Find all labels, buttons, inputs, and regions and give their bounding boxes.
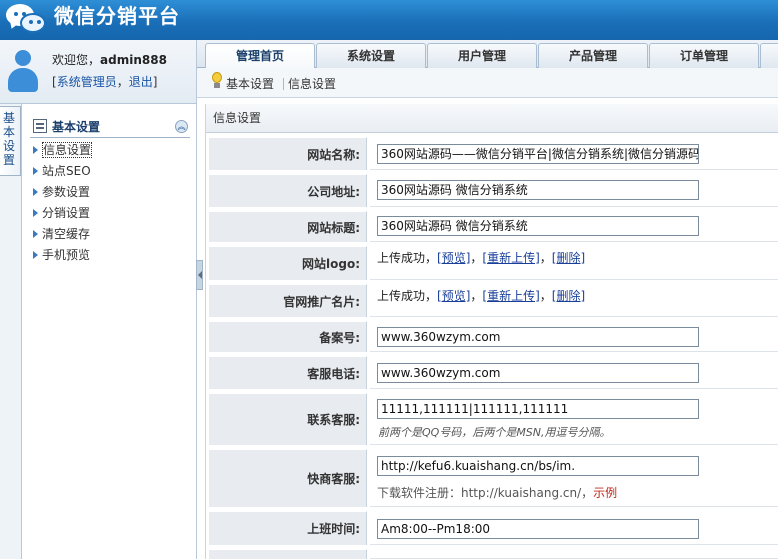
wechat-logo-icon: [6, 2, 52, 36]
form-row-site-title: 网站标题: 360网站源码 微信分销系统: [209, 211, 778, 244]
icp-label: 备案号:: [209, 321, 367, 352]
vertical-tab-strip: 基本设置: [0, 104, 22, 559]
form-row-kuaishang: 快商客服: http://kefu6.kuaishang.cn/bs/im. 下…: [209, 449, 778, 509]
contact-input[interactable]: 11111,111111|111111,111111: [377, 399, 699, 419]
sidebar-item-label: 参数设置: [42, 185, 91, 199]
kuaishang-label: 快商客服:: [209, 449, 367, 507]
vertical-tab-label: 基本设置: [3, 111, 16, 167]
form-row-next: [209, 549, 778, 559]
bracket-close: ]: [152, 75, 158, 89]
greeting-label: 欢迎您，: [52, 53, 101, 67]
kuaishang-example-link[interactable]: 示例: [593, 486, 617, 500]
logo-preview-link[interactable]: [预览]: [437, 251, 470, 265]
app-header: 微信分销平台: [0, 0, 778, 40]
tab-overflow[interactable]: [760, 43, 778, 69]
sidebar-header: 基本设置 ︽: [30, 116, 190, 138]
tab-home[interactable]: 管理首页: [205, 43, 315, 70]
sidebar-item-clear-cache[interactable]: 清空缓存: [32, 226, 192, 247]
card-status-text: 上传成功，: [377, 289, 438, 303]
phone-label: 客服电话:: [209, 356, 367, 389]
tab-product-management[interactable]: 产品管理: [538, 43, 648, 69]
kuaishang-note: 下载软件注册：http://kuaishang.cn/，示例: [377, 485, 617, 501]
role-links: [系统管理员，退出]: [52, 74, 157, 90]
sidebar-collapse-handle[interactable]: [196, 260, 203, 290]
site-title-input[interactable]: 360网站源码 微信分销系统: [377, 216, 699, 236]
sidebar-item-params[interactable]: 参数设置: [32, 184, 192, 205]
form-row-company-address: 公司地址: 360网站源码 微信分销系统: [209, 174, 778, 209]
form-row-icp: 备案号: www.360wzym.com: [209, 321, 778, 354]
sidebar-item-distribution[interactable]: 分销设置: [32, 205, 192, 226]
breadcrumb-current: 信息设置: [288, 77, 337, 91]
tab-system-settings[interactable]: 系统设置: [316, 43, 426, 69]
sidebar-item-label: 手机预览: [42, 248, 91, 262]
separator: ，: [116, 75, 129, 89]
form-row-site-name: 网站名称: 360网站源码——微信分销平台|微信分销系统|微信分销源码: [209, 137, 778, 172]
edit-document-icon: [33, 119, 47, 133]
card-delete-link[interactable]: [删除]: [552, 289, 585, 303]
separator: ，: [539, 251, 552, 265]
site-title-label: 网站标题:: [209, 211, 367, 242]
logo-label: 网站logo:: [209, 246, 367, 280]
sidebar-menu: 信息设置 站点SEO 参数设置 分销设置 清空缓存 手机预览: [32, 142, 192, 268]
hours-label: 上班时间:: [209, 511, 367, 545]
sidebar-item-info-settings[interactable]: 信息设置: [32, 142, 192, 163]
username: admin888: [100, 53, 167, 67]
user-panel: 欢迎您，admin888 [系统管理员，退出]: [0, 40, 197, 104]
form-row-hours: 上班时间: Am8:00--Pm18:00: [209, 511, 778, 547]
app-title: 微信分销平台: [54, 4, 180, 28]
form-row-contact: 联系客服: 11111,111111|111111,111111 前两个是QQ号…: [209, 393, 778, 447]
logo-reupload-link[interactable]: [重新上传]: [482, 251, 539, 265]
breadcrumb-parent[interactable]: 基本设置: [226, 76, 274, 92]
company-address-label: 公司地址:: [209, 174, 367, 207]
card-label: 官网推广名片:: [209, 284, 367, 317]
next-row-label: [209, 549, 367, 559]
separator: ，: [539, 289, 552, 303]
main-tab-bar: 管理首页 系统设置 用户管理 产品管理 订单管理: [197, 40, 778, 70]
sidebar-item-mobile-preview[interactable]: 手机预览: [32, 247, 192, 268]
tab-order-management[interactable]: 订单管理: [649, 43, 759, 69]
icp-input[interactable]: www.360wzym.com: [377, 327, 699, 347]
role-link[interactable]: 系统管理员: [57, 75, 117, 89]
breadcrumb: 基本设置 信息设置: [197, 68, 778, 98]
card-preview-link[interactable]: [预览]: [437, 289, 470, 303]
site-name-label: 网站名称:: [209, 137, 367, 170]
logout-link[interactable]: 退出: [129, 75, 153, 89]
card-reupload-link[interactable]: [重新上传]: [482, 289, 539, 303]
breadcrumb-divider: [283, 78, 284, 90]
main-content: 信息设置 网站名称: 360网站源码——微信分销平台|微信分销系统|微信分销源码…: [205, 104, 778, 559]
kuaishang-input[interactable]: http://kefu6.kuaishang.cn/bs/im.: [377, 456, 699, 476]
logo-delete-link[interactable]: [删除]: [552, 251, 585, 265]
tab-user-management[interactable]: 用户管理: [427, 43, 537, 69]
sidebar: 基本设置 ︽ 信息设置 站点SEO 参数设置 分销设置 清空缓存 手机预览: [22, 104, 197, 559]
contact-label: 联系客服:: [209, 393, 367, 445]
hours-input[interactable]: Am8:00--Pm18:00: [377, 519, 699, 539]
form-row-phone: 客服电话: www.360wzym.com: [209, 356, 778, 391]
phone-input[interactable]: www.360wzym.com: [377, 363, 699, 383]
logo-upload-status: 上传成功，[预览]，[重新上传]，[删除]: [377, 250, 585, 266]
section-title: 信息设置: [206, 104, 778, 133]
contact-hint: 前两个是QQ号码，后两个是MSN,用逗号分隔。: [378, 426, 611, 439]
vertical-tab-basic-settings[interactable]: 基本设置: [0, 106, 21, 176]
welcome-text: 欢迎您，admin888: [52, 52, 167, 68]
sidebar-item-label: 站点SEO: [42, 164, 91, 178]
logo-status-text: 上传成功，: [377, 251, 438, 265]
sidebar-item-label: 信息设置: [42, 142, 93, 158]
lightbulb-icon: [212, 72, 222, 88]
form-row-card: 官网推广名片: 上传成功，[预览]，[重新上传]，[删除]: [209, 284, 778, 319]
sidebar-title: 基本设置: [52, 120, 101, 134]
avatar: [6, 48, 40, 94]
form-row-logo: 网站logo: 上传成功，[预览]，[重新上传]，[删除]: [209, 246, 778, 282]
double-chevron-up-icon[interactable]: ︽: [175, 120, 188, 133]
sidebar-item-label: 分销设置: [42, 206, 91, 220]
sidebar-item-site-seo[interactable]: 站点SEO: [32, 163, 192, 184]
company-address-input[interactable]: 360网站源码 微信分销系统: [377, 180, 699, 200]
kuaishang-note-text: 下载软件注册：http://kuaishang.cn/，: [377, 486, 594, 500]
separator: ，: [470, 289, 483, 303]
separator: ，: [470, 251, 483, 265]
card-upload-status: 上传成功，[预览]，[重新上传]，[删除]: [377, 288, 585, 304]
sidebar-item-label: 清空缓存: [42, 227, 91, 241]
site-name-input[interactable]: 360网站源码——微信分销平台|微信分销系统|微信分销源码: [377, 144, 699, 164]
